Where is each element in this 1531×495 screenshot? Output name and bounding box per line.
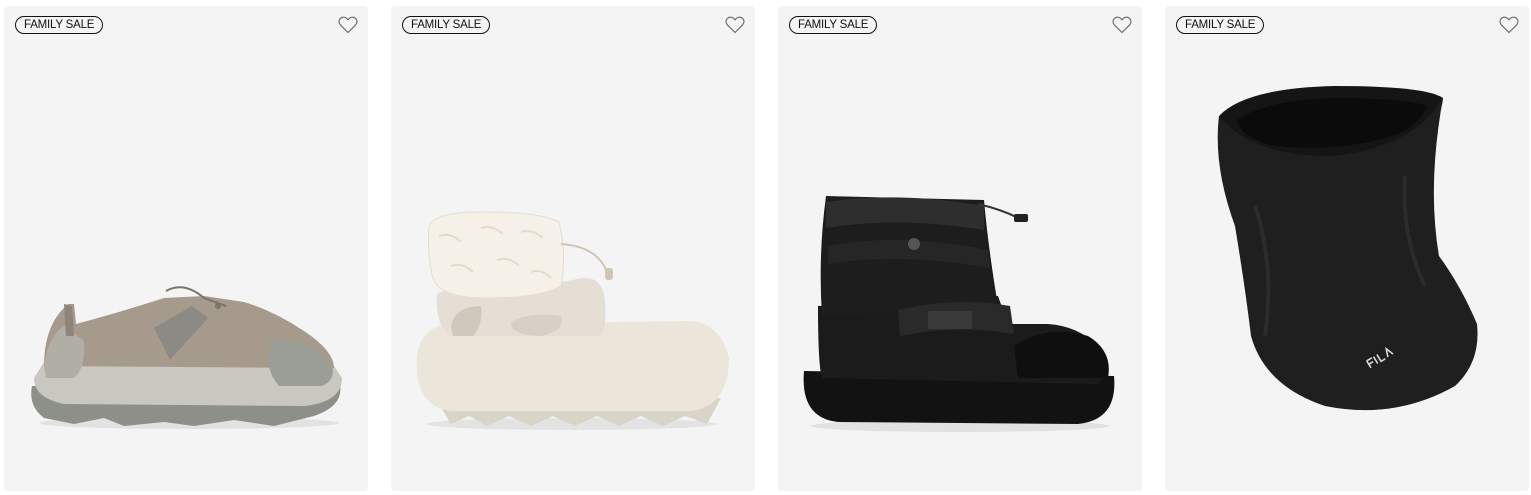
heart-outline-icon bbox=[725, 16, 745, 34]
wishlist-button[interactable] bbox=[1498, 15, 1520, 35]
product-image-padded-boot[interactable] bbox=[778, 6, 1142, 491]
sale-badge: FAMILY SALE bbox=[15, 16, 104, 34]
heart-outline-icon bbox=[338, 16, 358, 34]
product-image-neck-warmer[interactable] bbox=[1165, 6, 1529, 491]
sale-badge: FAMILY SALE bbox=[789, 16, 878, 34]
wishlist-button[interactable] bbox=[1111, 15, 1133, 35]
product-card[interactable]: FAMILY SALE bbox=[778, 6, 1142, 491]
product-image-mule-sneaker[interactable] bbox=[4, 6, 368, 491]
product-image-clog-boot[interactable] bbox=[391, 6, 755, 491]
sale-badge: FAMILY SALE bbox=[402, 16, 491, 34]
wishlist-button[interactable] bbox=[724, 15, 746, 35]
sale-badge: FAMILY SALE bbox=[1176, 16, 1265, 34]
heart-outline-icon bbox=[1112, 16, 1132, 34]
product-card[interactable]: FAMILY SALE bbox=[391, 6, 755, 491]
product-card[interactable]: FAMILY SALE bbox=[1165, 6, 1529, 491]
product-grid: FAMILY SALE FAMILY SALE FAMILY SALE FAMI… bbox=[0, 0, 1531, 495]
heart-outline-icon bbox=[1499, 16, 1519, 34]
product-card[interactable]: FAMILY SALE bbox=[4, 6, 368, 491]
wishlist-button[interactable] bbox=[337, 15, 359, 35]
